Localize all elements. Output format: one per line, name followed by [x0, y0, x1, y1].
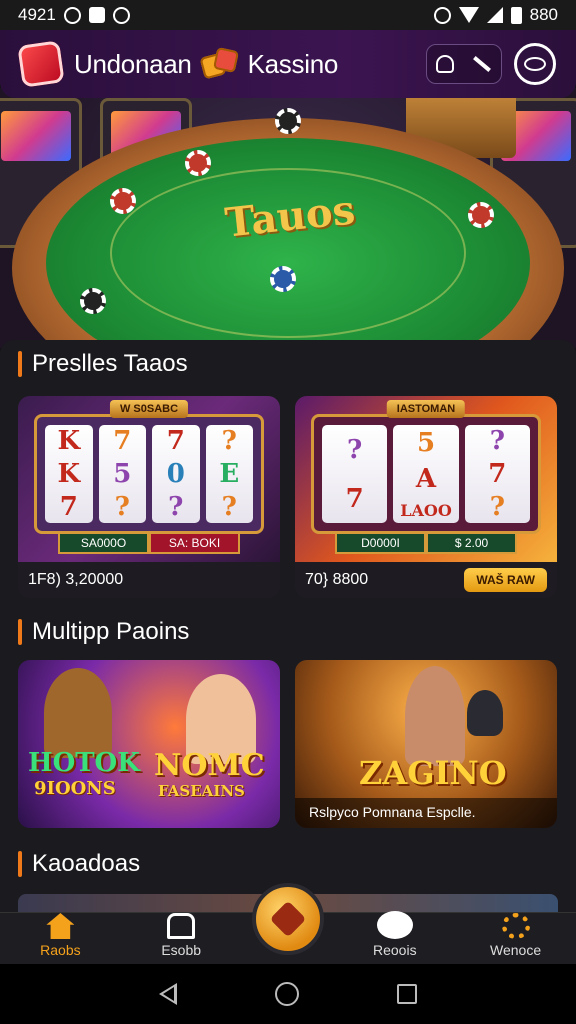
- section-title-text: Preslles Taaos: [32, 350, 188, 377]
- nav-item-chat[interactable]: Reoois: [345, 911, 445, 958]
- slot-bar-right: $ 2.00: [426, 532, 517, 554]
- hero-banner[interactable]: Tauos: [0, 88, 576, 348]
- slot-bar-left: SA000O: [58, 532, 149, 554]
- magic-wand-icon[interactable]: [473, 56, 491, 72]
- main-content: Preslles Taaos KK7 7 5? 7 0? ? E? W S0SABC …: [0, 340, 576, 920]
- status-bar: 4921 880: [0, 0, 576, 30]
- card-footer-text: 1F8) 3,20000: [28, 571, 124, 588]
- man-character: [405, 666, 465, 766]
- promo-title: NOMC: [154, 748, 265, 783]
- promo-card[interactable]: HOTOK 9IOONS NOMC FASEAINS: [18, 660, 280, 828]
- alarm-icon: [433, 6, 451, 24]
- game-card[interactable]: KK7 7 5? 7 0? ? E? W S0SABC SA000O SA: BOKI…: [18, 396, 280, 598]
- chat-icon: [376, 911, 413, 939]
- home-circle-icon[interactable]: [275, 982, 299, 1006]
- slot-badge: W S0SABC: [109, 400, 189, 418]
- section-title-text: Multipp Paoins: [32, 618, 190, 645]
- gear-icon: [501, 913, 530, 939]
- slot-reels: ? 7 5 A LAOO ? 7?: [311, 414, 541, 534]
- slot-bar-left: D0000I: [335, 532, 426, 554]
- section-title-text: Kaoadoas: [32, 850, 141, 877]
- app-notification-icon: [88, 7, 105, 23]
- brand-name-left: Undonaan: [74, 48, 192, 79]
- promo-caption: Rslpyco Pomnana Espclle.: [295, 798, 557, 828]
- slot-badge: IASTOMAN: [386, 400, 466, 418]
- casino-icon: [167, 913, 196, 939]
- nav-label: Raobs: [40, 942, 81, 958]
- dice-icon: [199, 46, 239, 80]
- promo-title: HOTOK: [28, 748, 140, 778]
- support-chat-icon[interactable]: [514, 43, 556, 85]
- card-footer-text: 70} 8800: [305, 571, 369, 588]
- play-button[interactable]: WAŠ RAW: [464, 568, 547, 592]
- chip-icon: [468, 202, 494, 228]
- chip-icon: [185, 150, 211, 176]
- game-card[interactable]: ? 7 5 A LAOO ? 7? IASTOMAN D0000I $ 2.00 70}…: [295, 396, 557, 598]
- home-icon: [46, 913, 75, 939]
- brand-name-right: Kassino: [247, 48, 339, 79]
- card-footer: 70} 8800 WAŠ RAW: [295, 562, 557, 598]
- battery-text: 880: [529, 5, 558, 24]
- recent-apps-icon[interactable]: [397, 984, 417, 1004]
- dog-character: [44, 668, 112, 758]
- battery-icon: [510, 6, 522, 24]
- notification-icon: [63, 6, 81, 24]
- app-header: Undonaan Kassino: [0, 30, 576, 98]
- nav-label: Esobb: [161, 942, 202, 958]
- nav-item-settings[interactable]: Wenoce: [466, 913, 566, 958]
- chip-icon: [275, 108, 301, 134]
- chip-icon: [80, 288, 106, 314]
- nav-label: Wenoce: [490, 942, 542, 958]
- system-nav-bar: [0, 964, 576, 1024]
- nav-item-casino[interactable]: Esobb: [131, 913, 231, 958]
- promo-title: ZAGINO: [359, 754, 507, 792]
- chip-icon: [110, 188, 136, 214]
- account-actions: [426, 44, 502, 84]
- nav-label: Reoois: [372, 942, 417, 958]
- section-title: Preslles Taaos: [18, 350, 188, 378]
- slot-reels: KK7 7 5? 7 0? ? E?: [34, 414, 264, 534]
- app-logo-icon[interactable]: [17, 40, 65, 88]
- chip-icon: [270, 266, 296, 292]
- status-time: 4921: [18, 5, 56, 24]
- promo-card[interactable]: ZAGINO Rslpyco Pomnana Espclle.: [295, 660, 557, 828]
- section-title: Kaoadoas: [18, 850, 140, 878]
- promo-subtitle: 9IOONS: [34, 778, 116, 799]
- slot-bar-right: SA: BOKI: [149, 532, 240, 554]
- settings-notification-icon: [112, 6, 130, 24]
- nav-item-home[interactable]: Raobs: [10, 913, 110, 958]
- promo-subtitle: FASEAINS: [158, 782, 245, 800]
- slot-info-bar: SA000O SA: BOKI: [58, 532, 240, 554]
- signal-icon: [486, 7, 503, 23]
- card-footer: 1F8) 3,20000: [18, 562, 280, 598]
- wifi-icon: [458, 7, 479, 23]
- center-play-button[interactable]: [252, 883, 324, 955]
- back-icon[interactable]: [159, 983, 177, 1005]
- slot-info-bar: D0000I $ 2.00: [335, 532, 517, 554]
- cat-character: [467, 690, 503, 736]
- user-icon[interactable]: [436, 55, 454, 73]
- section-title: Multipp Paoins: [18, 618, 189, 646]
